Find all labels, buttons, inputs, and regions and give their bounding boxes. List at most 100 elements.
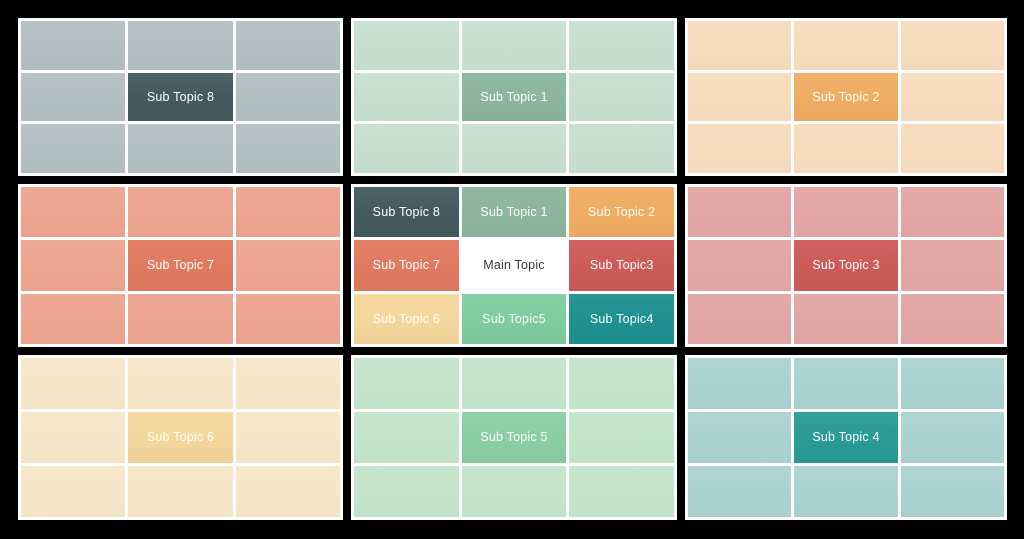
block-petal-cell[interactable] [128, 124, 233, 173]
block-petal-cell[interactable] [569, 412, 674, 463]
block-petal-cell[interactable] [235, 466, 340, 517]
block-petal-cell[interactable] [794, 187, 898, 238]
block-petal-cell[interactable] [128, 21, 233, 70]
block-petal-cell[interactable] [688, 124, 792, 173]
center-sub-topic-cell[interactable]: Sub Topic 6 [354, 293, 459, 344]
block-petal-cell[interactable] [794, 293, 898, 344]
block-petal-cell[interactable] [235, 72, 340, 122]
block-core-cell[interactable]: Sub Topic 8 [128, 72, 233, 122]
block-petal-cell[interactable] [21, 72, 126, 122]
block-petal-cell[interactable] [569, 124, 674, 173]
main-topic-cell[interactable]: Main Topic [461, 240, 567, 291]
sub-topic-label: Sub Topic 2 [588, 204, 656, 219]
block-petal-cell[interactable] [235, 124, 340, 173]
block-petal-cell[interactable] [354, 72, 459, 122]
block-core-label: Sub Topic 6 [146, 430, 215, 445]
block-petal-cell[interactable] [688, 240, 792, 291]
block-petal-cell[interactable] [794, 466, 898, 517]
block-core-cell[interactable]: Sub Topic 7 [128, 240, 233, 291]
block-petal-cell[interactable] [794, 124, 898, 173]
block-petal-cell[interactable] [21, 187, 126, 238]
block-core-label: Sub Topic 1 [480, 89, 548, 104]
block-petal-cell[interactable] [21, 240, 126, 291]
block-petal-cell[interactable] [688, 72, 792, 122]
block-petal-cell[interactable] [461, 358, 567, 409]
sub-topic-label: Sub Topic3 [589, 258, 654, 273]
block-petal-cell[interactable] [900, 72, 1004, 122]
block-petal-cell[interactable] [21, 124, 126, 173]
block-petal-cell[interactable] [461, 466, 567, 517]
block-petal-cell[interactable] [794, 21, 898, 70]
block-core-label: Sub Topic 2 [812, 89, 880, 104]
block-sub-topic-4: Sub Topic 4 [685, 355, 1007, 520]
block-petal-cell[interactable] [569, 21, 674, 70]
block-core-label: Sub Topic 7 [146, 258, 215, 273]
block-sub-topic-5: Sub Topic 5 [351, 355, 677, 520]
sub-topic-label: Sub Topic 6 [372, 311, 440, 326]
block-petal-cell[interactable] [794, 358, 898, 409]
block-petal-cell[interactable] [900, 358, 1004, 409]
block-petal-cell[interactable] [235, 21, 340, 70]
block-core-cell[interactable]: Sub Topic 1 [461, 72, 567, 122]
block-petal-cell[interactable] [569, 466, 674, 517]
block-sub-topic-2: Sub Topic 2 [685, 18, 1007, 176]
block-petal-cell[interactable] [354, 358, 459, 409]
block-petal-cell[interactable] [569, 358, 674, 409]
center-sub-topic-cell[interactable]: Sub Topic 2 [569, 187, 674, 238]
block-petal-cell[interactable] [128, 187, 233, 238]
center-sub-topic-cell[interactable]: Sub Topic 8 [354, 187, 459, 238]
block-petal-cell[interactable] [900, 124, 1004, 173]
block-petal-cell[interactable] [461, 124, 567, 173]
block-core-cell[interactable]: Sub Topic 2 [794, 72, 898, 122]
sub-topic-label: Sub Topic5 [482, 311, 546, 326]
block-petal-cell[interactable] [569, 72, 674, 122]
block-petal-cell[interactable] [354, 466, 459, 517]
block-core-label: Sub Topic 8 [146, 89, 215, 104]
sub-topic-label: Sub Topic4 [589, 311, 654, 326]
block-core-cell[interactable]: Sub Topic 6 [128, 412, 233, 463]
block-petal-cell[interactable] [688, 412, 792, 463]
block-petal-cell[interactable] [21, 412, 126, 463]
block-petal-cell[interactable] [688, 466, 792, 517]
block-petal-cell[interactable] [900, 412, 1004, 463]
block-petal-cell[interactable] [354, 124, 459, 173]
center-sub-topic-cell[interactable]: Sub Topic4 [569, 293, 674, 344]
block-petal-cell[interactable] [354, 21, 459, 70]
block-petal-cell[interactable] [21, 466, 126, 517]
block-petal-cell[interactable] [688, 293, 792, 344]
block-petal-cell[interactable] [128, 466, 233, 517]
center-sub-topic-cell[interactable]: Sub Topic3 [569, 240, 674, 291]
block-petal-cell[interactable] [128, 358, 233, 409]
block-petal-cell[interactable] [900, 240, 1004, 291]
block-petal-cell[interactable] [900, 293, 1004, 344]
block-core-label: Sub Topic 3 [812, 258, 880, 273]
block-petal-cell[interactable] [21, 21, 126, 70]
block-petal-cell[interactable] [900, 21, 1004, 70]
center-sub-topic-cell[interactable]: Sub Topic5 [461, 293, 567, 344]
block-petal-cell[interactable] [688, 21, 792, 70]
center-block: Sub Topic 8 Sub Topic 1 Sub Topic 2 Sub Top… [351, 184, 677, 347]
block-petal-cell[interactable] [235, 412, 340, 463]
block-core-cell[interactable]: Sub Topic 3 [794, 240, 898, 291]
block-petal-cell[interactable] [128, 293, 233, 344]
block-petal-cell[interactable] [235, 293, 340, 344]
sub-topic-label: Sub Topic 7 [372, 258, 440, 273]
block-petal-cell[interactable] [900, 187, 1004, 238]
block-core-label: Sub Topic 4 [812, 430, 880, 445]
sub-topic-label: Sub Topic 1 [480, 204, 548, 219]
center-sub-topic-cell[interactable]: Sub Topic 7 [354, 240, 459, 291]
block-sub-topic-8: Sub Topic 8 [18, 18, 343, 176]
block-petal-cell[interactable] [461, 21, 567, 70]
center-sub-topic-cell[interactable]: Sub Topic 1 [461, 187, 567, 238]
block-petal-cell[interactable] [688, 187, 792, 238]
block-petal-cell[interactable] [21, 358, 126, 409]
block-core-cell[interactable]: Sub Topic 5 [461, 412, 567, 463]
block-petal-cell[interactable] [354, 412, 459, 463]
block-petal-cell[interactable] [900, 466, 1004, 517]
block-petal-cell[interactable] [688, 358, 792, 409]
block-petal-cell[interactable] [235, 358, 340, 409]
block-petal-cell[interactable] [21, 293, 126, 344]
block-petal-cell[interactable] [235, 240, 340, 291]
block-core-cell[interactable]: Sub Topic 4 [794, 412, 898, 463]
block-petal-cell[interactable] [235, 187, 340, 238]
